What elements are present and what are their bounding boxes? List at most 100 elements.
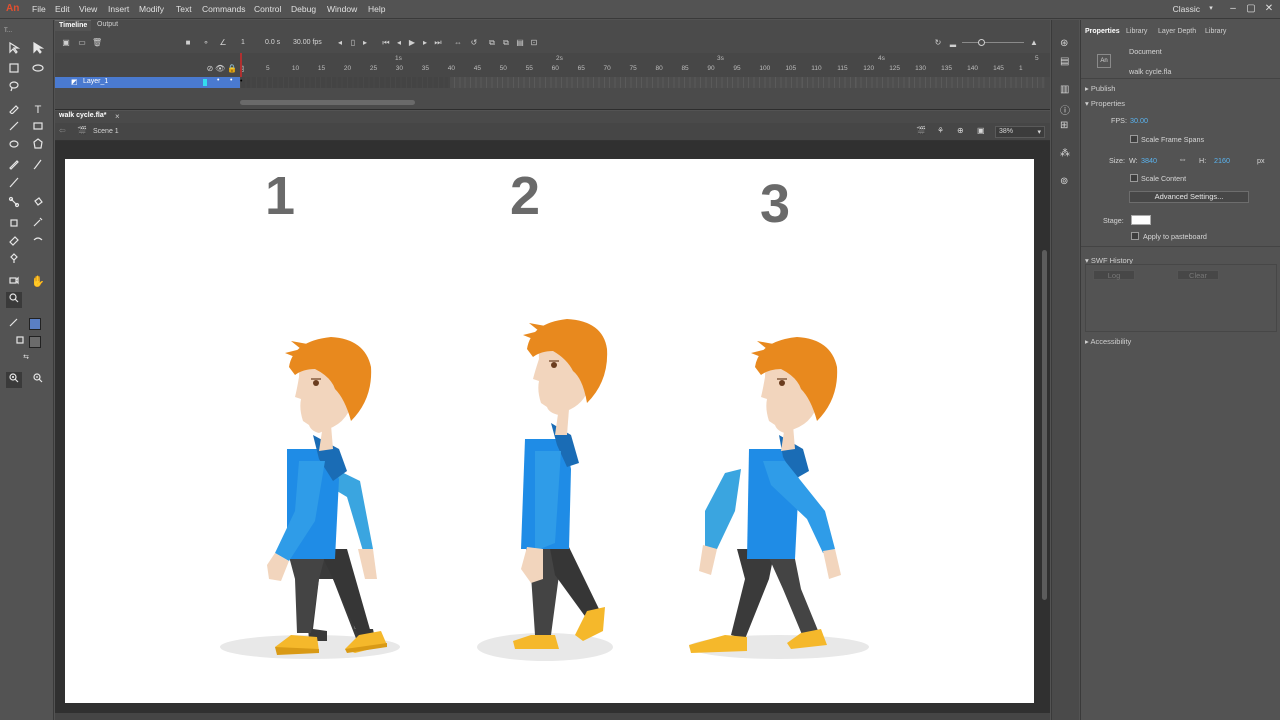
brush-tool-icon[interactable] (6, 176, 22, 192)
section-publish[interactable]: ▸ Publish (1085, 84, 1115, 93)
scene-name[interactable]: Scene 1 (93, 128, 119, 135)
boy-pose-1[interactable] (215, 249, 405, 669)
width-value[interactable]: 3840 (1141, 156, 1157, 165)
stage-vertical-scrollbar[interactable] (1042, 250, 1047, 600)
edit-symbols-icon[interactable]: ⚘ (937, 126, 944, 135)
lasso-tool-icon[interactable] (6, 80, 22, 96)
tab-properties[interactable]: Properties (1085, 28, 1120, 35)
oval-tool-icon[interactable] (6, 138, 22, 154)
height-value[interactable]: 2160 (1214, 156, 1230, 165)
show-hide-all-icon[interactable]: ⊘ (205, 64, 215, 74)
section-properties[interactable]: ▾ Properties (1085, 99, 1125, 108)
keyframe-dot[interactable]: • (240, 78, 242, 85)
tools-collapse-icon[interactable]: T... (4, 28, 12, 34)
tab-library[interactable]: Library (1126, 28, 1147, 35)
polystar-tool-icon[interactable] (30, 138, 46, 154)
align-icon[interactable]: ▥ (1060, 84, 1069, 95)
menu-view[interactable]: View (79, 4, 97, 14)
back-arrow-icon[interactable]: ⇦ (59, 126, 66, 135)
lock-icon[interactable]: 🔒 (227, 64, 237, 74)
camera-icon[interactable]: ■ (183, 38, 193, 48)
timeline-zoom-slider[interactable] (962, 42, 1024, 43)
3d-rotation-tool-icon[interactable] (30, 62, 46, 78)
layer-name[interactable]: Layer_1 (83, 78, 108, 85)
zoom-dropdown[interactable]: 38% ▾ (995, 126, 1045, 138)
onion-outline-icon[interactable]: ⧉ (501, 38, 511, 48)
apply-to-pasteboard-checkbox[interactable] (1131, 232, 1139, 240)
document-tab[interactable]: walk cycle.fla* (59, 112, 106, 119)
eraser-tool-icon[interactable] (6, 234, 22, 250)
play-forward-icon[interactable]: ▸ (360, 38, 370, 48)
library-panel-icon[interactable]: ▤ (1060, 56, 1069, 67)
current-time[interactable]: 0.0 s (265, 39, 280, 46)
new-folder-icon[interactable]: ▭ (77, 38, 87, 48)
pencil-tool-icon[interactable] (6, 158, 22, 174)
pen-tool-icon[interactable] (6, 102, 22, 118)
close-tab-icon[interactable]: × (115, 112, 120, 121)
menu-insert[interactable]: Insert (108, 4, 129, 14)
zoom-in-icon[interactable] (6, 372, 22, 388)
center-stage-icon[interactable]: ⊕ (957, 126, 964, 135)
hand-tool-icon[interactable]: ✋ (30, 274, 46, 290)
menu-modify[interactable]: Modify (139, 4, 164, 14)
step-back-icon[interactable]: ◂ (394, 38, 404, 48)
menu-file[interactable]: File (32, 4, 46, 14)
text-tool-icon[interactable]: T (30, 102, 46, 118)
subselection-tool-icon[interactable] (30, 41, 46, 58)
line-tool-icon[interactable] (6, 120, 22, 136)
selection-tool-icon[interactable] (6, 41, 22, 58)
paint-brush-tool-icon[interactable] (30, 158, 46, 174)
layer-lock-dot[interactable]: • (230, 77, 232, 84)
edit-multiple-icon[interactable]: ▤ (515, 38, 525, 48)
workspace-switcher[interactable]: Classic (1173, 4, 1200, 14)
loop-icon[interactable]: ◂ (335, 38, 345, 48)
edit-scene-icon[interactable]: 🎬 (916, 126, 926, 135)
maximize-icon[interactable]: ▢ (1244, 2, 1258, 16)
stroke-color-swatch[interactable] (29, 318, 41, 330)
swap-colors-icon[interactable]: ⇆ (18, 350, 34, 366)
stage[interactable]: 1 2 3 (65, 159, 1034, 703)
timeline-scrollbar[interactable] (240, 100, 415, 105)
stage-color-swatch[interactable] (1131, 215, 1151, 225)
fill-color-icon[interactable] (12, 334, 28, 350)
delete-layer-icon[interactable]: 🗑 (92, 38, 102, 48)
menu-help[interactable]: Help (368, 4, 385, 14)
menu-window[interactable]: Window (327, 4, 357, 14)
fill-color-swatch[interactable] (29, 336, 41, 348)
fps-value[interactable]: 30.00 (1130, 116, 1148, 125)
zoom-out-timeline-icon[interactable]: ▂ (948, 38, 958, 48)
tab-library-2[interactable]: Library (1205, 28, 1226, 35)
free-transform-tool-icon[interactable] (6, 62, 22, 78)
pin-tool-icon[interactable] (6, 252, 22, 268)
first-frame-icon[interactable]: ⏮ (381, 38, 391, 48)
zoom-tool-icon[interactable] (6, 292, 22, 308)
swatches-icon[interactable]: ⊚ (1060, 176, 1068, 187)
stroke-color-icon[interactable] (6, 316, 22, 332)
chevron-down-icon[interactable]: ▾ (1204, 2, 1218, 16)
close-icon[interactable]: ✕ (1262, 2, 1276, 16)
tab-output[interactable]: Output (93, 20, 122, 31)
menu-debug[interactable]: Debug (291, 4, 316, 14)
step-forward-icon[interactable]: ▸ (420, 38, 430, 48)
tab-layer-depth[interactable]: Layer Depth (1158, 28, 1196, 35)
paint-bucket-tool-icon[interactable] (30, 196, 46, 212)
minimize-icon[interactable]: – (1226, 2, 1240, 16)
color-icon[interactable]: ⁂ (1060, 148, 1070, 159)
rectangle-tool-icon[interactable] (30, 120, 46, 136)
advanced-settings-button[interactable]: Advanced Settings... (1129, 191, 1249, 203)
menu-text[interactable]: Text (176, 4, 192, 14)
boy-pose-2[interactable] (455, 239, 645, 669)
modify-markers-icon[interactable]: ⊡ (529, 38, 539, 48)
keyframe-span[interactable] (240, 77, 450, 88)
section-accessibility[interactable]: ▸ Accessibility (1085, 337, 1131, 346)
frame-rate[interactable]: 30.00 fps (293, 39, 322, 46)
center-frame-icon[interactable]: ⇔ (453, 38, 463, 48)
ink-bottle-tool-icon[interactable] (6, 216, 22, 232)
transform-icon[interactable]: ⊞ (1060, 120, 1068, 131)
menu-commands[interactable]: Commands (202, 4, 245, 14)
playhead[interactable] (240, 53, 242, 77)
last-frame-icon[interactable]: ⏭ (433, 38, 443, 48)
zoom-in-timeline-icon[interactable]: ▲ (1029, 38, 1039, 48)
zoom-out-icon[interactable] (30, 372, 46, 388)
current-frame[interactable]: 1 (241, 39, 245, 46)
